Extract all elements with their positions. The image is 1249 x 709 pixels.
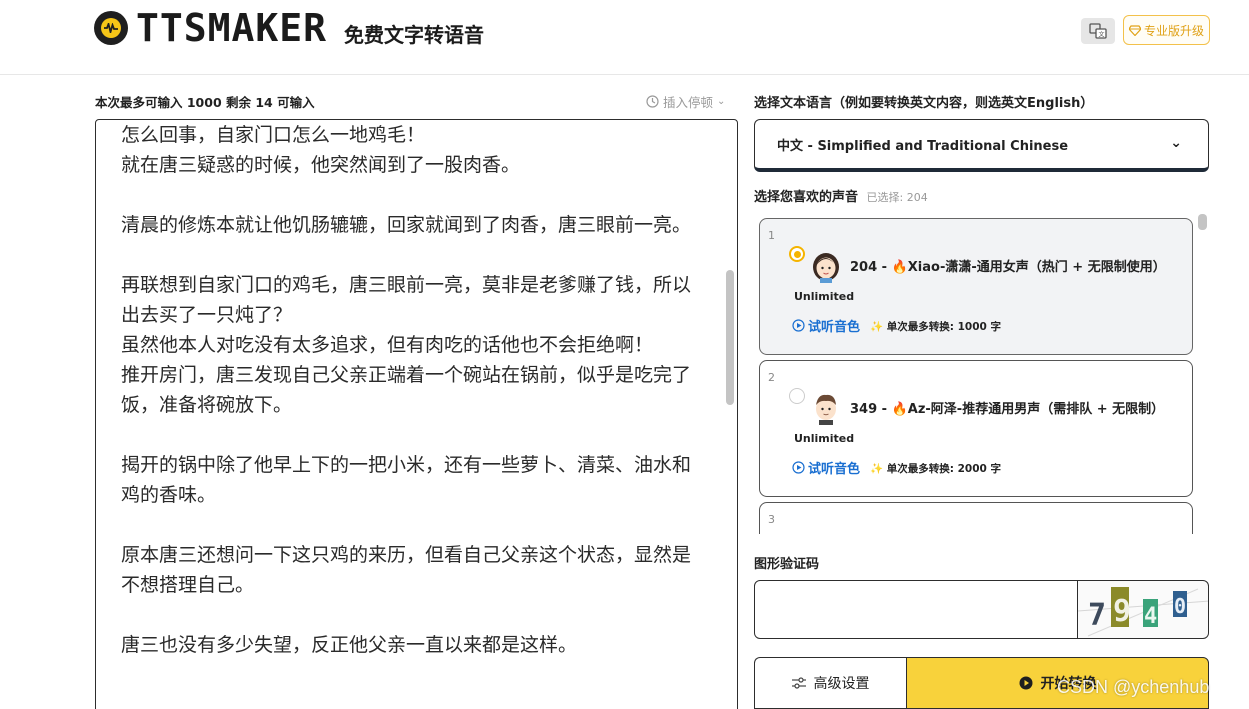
voice-list: 1 204 - 🔥Xiao-潇潇-通用女声（热门 + 无限制使用） Unlimi…	[754, 212, 1210, 534]
pro-upgrade-button[interactable]: 专业版升级	[1123, 15, 1210, 45]
voice-preview-label: 试听音色	[808, 320, 861, 335]
text-input-area[interactable]: 怎么回事，自家门口怎么一地鸡毛！ 就在唐三疑惑的时候，他突然闻到了一股肉香。 清…	[95, 119, 738, 709]
voice-label-row: 选择您喜欢的声音 已选择: 204	[754, 186, 928, 205]
logo-text: TTSMAKER	[136, 6, 328, 50]
advanced-settings-button[interactable]: 高级设置	[754, 657, 906, 709]
voice-badge: Unlimited	[794, 432, 855, 445]
insert-pause-dropdown[interactable]: 插入停顿 ⌄	[646, 92, 725, 111]
voice-list-scrollbar[interactable]	[1198, 214, 1207, 230]
language-select[interactable]: 中文 - Simplified and Traditional Chinese …	[754, 119, 1209, 172]
voice-index: 3	[768, 513, 775, 526]
captcha-char: 0	[1174, 594, 1186, 618]
watermark: CSDN @ychenhub	[1057, 677, 1210, 697]
captcha-input[interactable]	[754, 580, 1078, 639]
chevron-down-icon: ⌄	[1170, 135, 1182, 151]
top-header: TTSMAKER 免费文字转语音 文 专业版升级	[0, 0, 1249, 75]
logo-waveform-icon	[94, 11, 128, 45]
voice-max-chars-text: 单次最多转换: 1000 字	[886, 321, 1001, 333]
voice-index: 1	[768, 229, 775, 242]
voice-card[interactable]: 2 349 - 🔥Az-阿泽-推荐通用男声（需排队 + 无限制） Unlimit…	[759, 360, 1193, 497]
svg-text:文: 文	[1099, 31, 1105, 39]
voice-index: 2	[768, 371, 775, 384]
diamond-icon	[1128, 24, 1141, 36]
play-circle-icon	[1019, 676, 1032, 690]
clock-icon	[646, 95, 659, 108]
voice-preview-button[interactable]: 试听音色	[792, 458, 860, 477]
voice-max-chars: ✨ 单次最多转换: 1000 字	[870, 321, 1001, 333]
voice-card[interactable]: 3	[759, 502, 1193, 534]
translate-button[interactable]: 文	[1081, 18, 1115, 44]
captcha-char: 4	[1144, 604, 1157, 629]
captcha-image[interactable]: 7 9 4 0	[1078, 580, 1209, 639]
text-input-content[interactable]: 怎么回事，自家门口怎么一地鸡毛！ 就在唐三疑惑的时候，他突然闻到了一股肉香。 清…	[121, 120, 696, 660]
voice-max-chars-text: 单次最多转换: 2000 字	[886, 463, 1001, 475]
play-circle-icon	[792, 461, 805, 474]
captcha-label: 图形验证码	[754, 557, 820, 572]
translate-icon: 文	[1089, 23, 1107, 39]
voice-radio[interactable]	[789, 388, 805, 404]
sliders-icon	[791, 677, 806, 689]
insert-pause-label: 插入停顿	[663, 95, 714, 110]
play-circle-icon	[792, 319, 805, 332]
male-avatar-icon	[816, 394, 836, 425]
voice-card[interactable]: 1 204 - 🔥Xiao-潇潇-通用女声（热门 + 无限制使用） Unlimi…	[759, 218, 1193, 355]
female-avatar-icon	[813, 253, 839, 283]
voice-name: 349 - 🔥Az-阿泽-推荐通用男声（需排队 + 无限制）	[850, 402, 1165, 417]
logo[interactable]: TTSMAKER	[94, 9, 327, 47]
chevron-down-icon: ⌄	[717, 96, 726, 107]
voice-preview-label: 试听音色	[808, 462, 861, 477]
captcha-char: 9	[1113, 594, 1131, 629]
voice-badge: Unlimited	[794, 290, 855, 303]
voice-preview-button[interactable]: 试听音色	[792, 316, 860, 335]
voice-radio[interactable]	[789, 246, 805, 262]
input-limit-info: 本次最多可输入 1000 剩余 14 可输入	[95, 95, 315, 110]
voice-selected-count: 已选择: 204	[866, 191, 928, 204]
editor-scrollbar[interactable]	[726, 270, 734, 405]
language-label: 选择文本语言（例如要转换英文内容，则选英文English）	[754, 96, 1094, 111]
site-subtitle: 免费文字转语音	[344, 23, 484, 47]
captcha-char: 7	[1088, 598, 1106, 633]
advanced-settings-label: 高级设置	[813, 676, 870, 692]
voice-label: 选择您喜欢的声音	[754, 190, 859, 205]
pro-upgrade-label: 专业版升级	[1143, 23, 1204, 38]
voice-max-chars: ✨ 单次最多转换: 2000 字	[870, 463, 1001, 475]
voice-name: 204 - 🔥Xiao-潇潇-通用女声（热门 + 无限制使用）	[850, 260, 1166, 275]
language-selected-value: 中文 - Simplified and Traditional Chinese	[777, 138, 1069, 154]
